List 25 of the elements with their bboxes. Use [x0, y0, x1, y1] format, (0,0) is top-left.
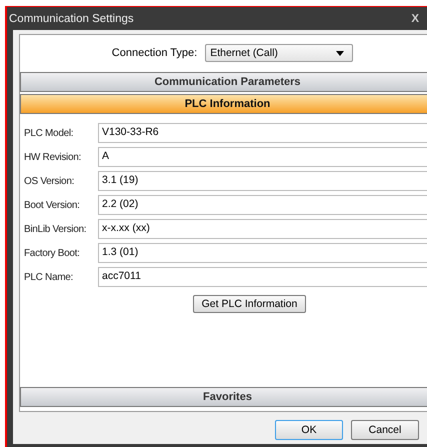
dropdown-arrow-icon [336, 50, 344, 56]
input-field[interactable]: 1.3 (01) [98, 243, 427, 263]
section-header[interactable]: PLC Information [20, 94, 427, 114]
window-title: Communication Settings [9, 12, 134, 24]
input-field[interactable]: x-x.xx (xx) [98, 219, 427, 239]
field-label: BinLib Version: [24, 224, 88, 234]
dialog-button[interactable]: OK [275, 420, 343, 440]
field-label: Boot Version: [24, 200, 81, 210]
field-label: PLC Model: [24, 128, 74, 138]
input-field[interactable]: 2.2 (02) [98, 195, 427, 215]
field-label: OS Version: [24, 176, 76, 186]
connection-type-label: Connection Type: [112, 47, 198, 59]
input-field[interactable]: A [98, 147, 427, 167]
dialog-button[interactable]: Cancel [351, 420, 419, 440]
input-field[interactable]: acc7011 [98, 267, 427, 287]
section-header[interactable]: Communication Parameters [20, 72, 427, 92]
field-label: Factory Boot: [24, 248, 81, 258]
field-label: PLC Name: [24, 272, 74, 282]
input-field[interactable]: V130-33-R6 [98, 123, 427, 143]
connection-type-dropdown[interactable]: Ethernet (Call) [205, 44, 354, 62]
close-button[interactable]: X [411, 12, 419, 24]
input-field[interactable]: 3.1 (19) [98, 171, 427, 191]
section-header[interactable]: Favorites [20, 387, 427, 407]
get-plc-information-button[interactable]: Get PLC Information [192, 295, 306, 313]
field-label: HW Revision: [24, 152, 82, 162]
